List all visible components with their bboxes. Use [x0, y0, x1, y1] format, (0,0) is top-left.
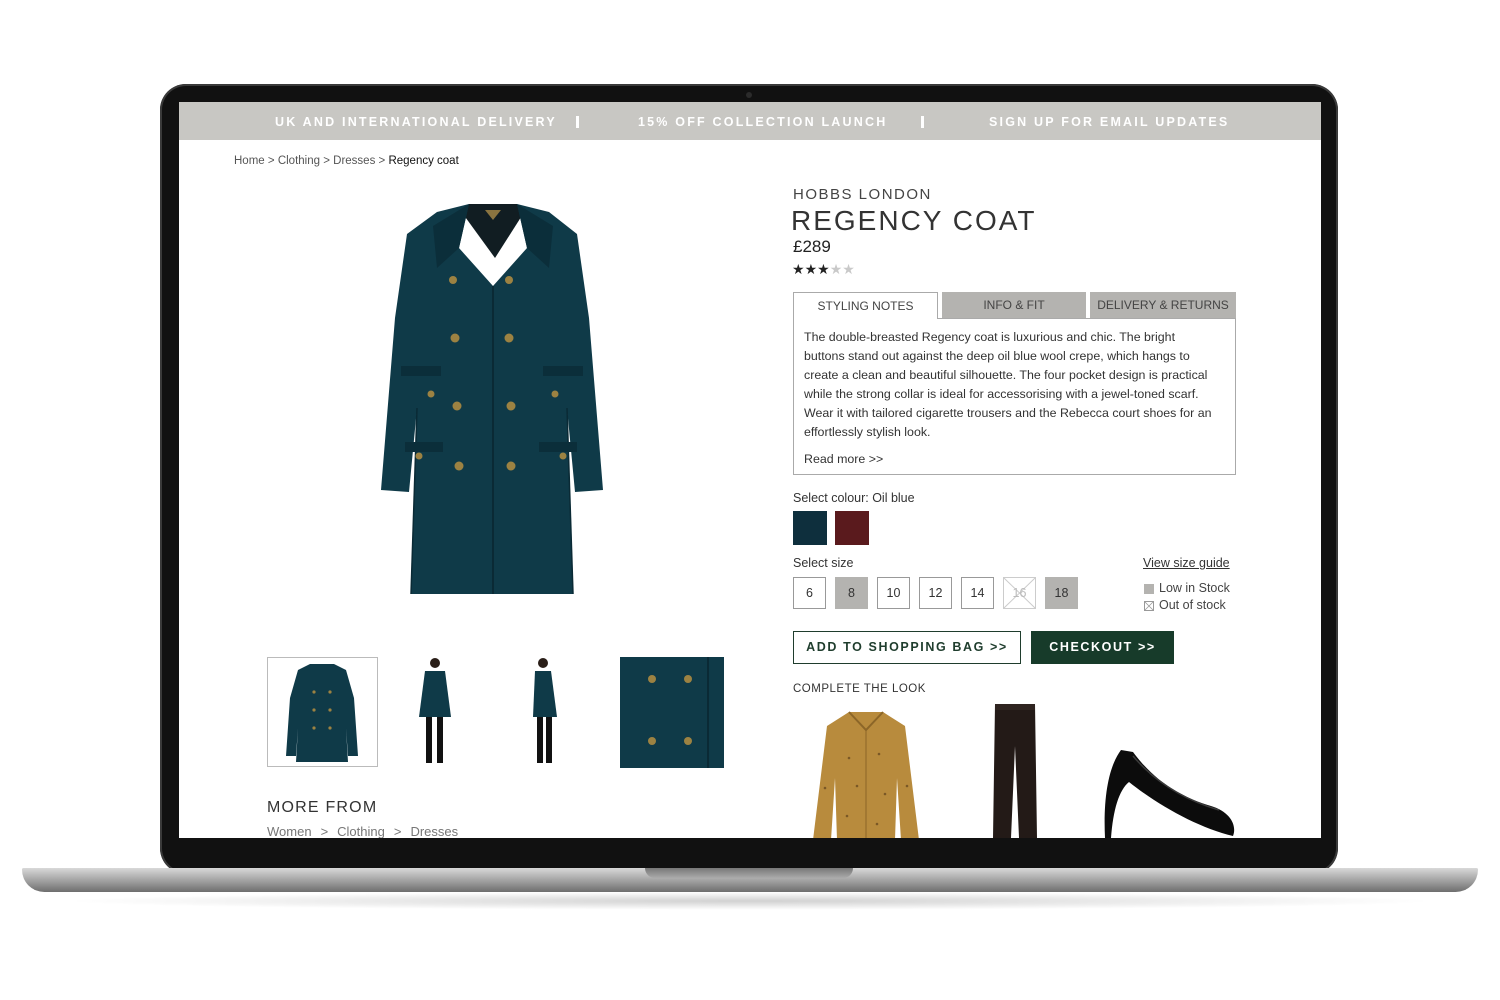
- out-of-stock-legend-icon: [1144, 601, 1154, 611]
- size-option-16: 16: [1003, 577, 1036, 609]
- thumbnail-detail[interactable]: [620, 657, 724, 768]
- low-stock-legend-swatch: [1144, 584, 1154, 594]
- breadcrumb-dresses[interactable]: Dresses: [333, 155, 375, 167]
- more-from-dresses-link[interactable]: Dresses: [410, 824, 458, 838]
- button-detail-thumbnail-image: [648, 657, 709, 768]
- star-filled-icon: ★: [792, 261, 805, 277]
- brand-name[interactable]: HOBBS LONDON: [793, 186, 932, 203]
- tab-delivery-returns[interactable]: DELIVERY & RETURNS: [1090, 292, 1236, 318]
- colour-swatch-burgundy[interactable]: [835, 511, 869, 545]
- size-option-label: 10: [886, 586, 901, 600]
- look-item-heels-image[interactable]: [1099, 746, 1237, 838]
- product-main-image: [381, 204, 603, 595]
- star-filled-icon: ★: [804, 261, 818, 277]
- colour-label: Select colour: Oil blue: [793, 491, 915, 505]
- look-item-blouse-image[interactable]: [809, 708, 923, 838]
- size-option-label: 16: [1012, 586, 1027, 600]
- breadcrumb-separator: >: [378, 155, 386, 167]
- promo-divider: [921, 116, 924, 128]
- size-option-8[interactable]: 8: [835, 577, 868, 609]
- size-option-label: 18: [1054, 586, 1069, 600]
- coat-front-thumbnail-image: [286, 664, 358, 762]
- breadcrumb: Home > Clothing > Dresses > Regency coat: [234, 155, 459, 167]
- low-stock-legend-label: Low in Stock: [1159, 581, 1230, 595]
- promo-collection-link[interactable]: 15% OFF COLLECTION LAUNCH: [638, 102, 887, 142]
- breadcrumb-separator: >: [323, 155, 330, 167]
- model-side-thumbnail-image: [533, 658, 557, 763]
- size-guide-link[interactable]: View size guide: [1143, 556, 1230, 570]
- breadcrumb-separator: >: [267, 155, 275, 167]
- thumbnail-front[interactable]: [267, 657, 378, 767]
- model-front-thumbnail-image: [419, 658, 451, 763]
- promo-divider: [576, 116, 579, 128]
- more-from-separator: >: [320, 824, 329, 838]
- size-option-label: 12: [928, 586, 943, 600]
- styling-notes-panel: The double-breasted Regency coat is luxu…: [793, 318, 1236, 475]
- look-item-trousers-image[interactable]: [991, 702, 1039, 838]
- read-more-link[interactable]: Read more >>: [804, 452, 883, 466]
- thumbnail-model-front[interactable]: [409, 657, 459, 769]
- size-option-14[interactable]: 14: [961, 577, 994, 609]
- more-from-breadcrumb: Women > Clothing > Dresses: [267, 824, 458, 838]
- more-from-heading: MORE FROM: [267, 799, 378, 816]
- tab-styling-notes[interactable]: STYLING NOTES: [793, 292, 938, 319]
- size-option-label: 14: [970, 586, 985, 600]
- laptop-notch: [645, 868, 853, 878]
- thumbnail-model-side[interactable]: [519, 657, 565, 769]
- more-from-women-link[interactable]: Women: [267, 824, 312, 838]
- size-option-label: 6: [806, 586, 813, 600]
- checkout-button[interactable]: CHECKOUT >>: [1031, 631, 1174, 664]
- promo-email-link[interactable]: SIGN UP FOR EMAIL UPDATES: [989, 102, 1229, 142]
- laptop-shadow: [60, 892, 1440, 910]
- complete-the-look-heading: COMPLETE THE LOOK: [793, 683, 926, 695]
- rating-stars[interactable]: ★★★★★: [792, 261, 855, 278]
- more-from-clothing-link[interactable]: Clothing: [337, 824, 385, 838]
- add-to-bag-button[interactable]: ADD TO SHOPPING BAG >>: [793, 631, 1021, 664]
- more-from-separator: >: [393, 824, 402, 838]
- size-option-label: 8: [848, 586, 855, 600]
- star-filled-icon: ★: [817, 261, 830, 277]
- webcam-icon: [746, 92, 752, 98]
- styling-notes-text: The double-breasted Regency coat is luxu…: [804, 330, 1212, 439]
- tab-info-fit[interactable]: INFO & FIT: [942, 292, 1086, 318]
- size-option-10[interactable]: 10: [877, 577, 910, 609]
- star-empty-icon: ★: [842, 261, 855, 277]
- breadcrumb-current: Regency coat: [388, 155, 459, 167]
- star-empty-icon: ★: [829, 261, 843, 277]
- product-price: £289: [793, 237, 831, 256]
- size-option-18[interactable]: 18: [1045, 577, 1078, 609]
- out-of-stock-legend-label: Out of stock: [1159, 598, 1226, 612]
- promo-delivery-link[interactable]: UK AND INTERNATIONAL DELIVERY: [275, 102, 557, 142]
- size-option-12[interactable]: 12: [919, 577, 952, 609]
- promo-bar: UK AND INTERNATIONAL DELIVERY 15% OFF CO…: [179, 102, 1321, 140]
- size-option-6[interactable]: 6: [793, 577, 826, 609]
- web-page: UK AND INTERNATIONAL DELIVERY 15% OFF CO…: [179, 102, 1321, 838]
- product-title: REGENCY COAT: [791, 205, 1037, 236]
- breadcrumb-clothing[interactable]: Clothing: [278, 155, 320, 167]
- size-label: Select size: [793, 556, 854, 570]
- breadcrumb-home[interactable]: Home: [234, 155, 265, 167]
- colour-swatch-oil-blue[interactable]: [792, 510, 828, 546]
